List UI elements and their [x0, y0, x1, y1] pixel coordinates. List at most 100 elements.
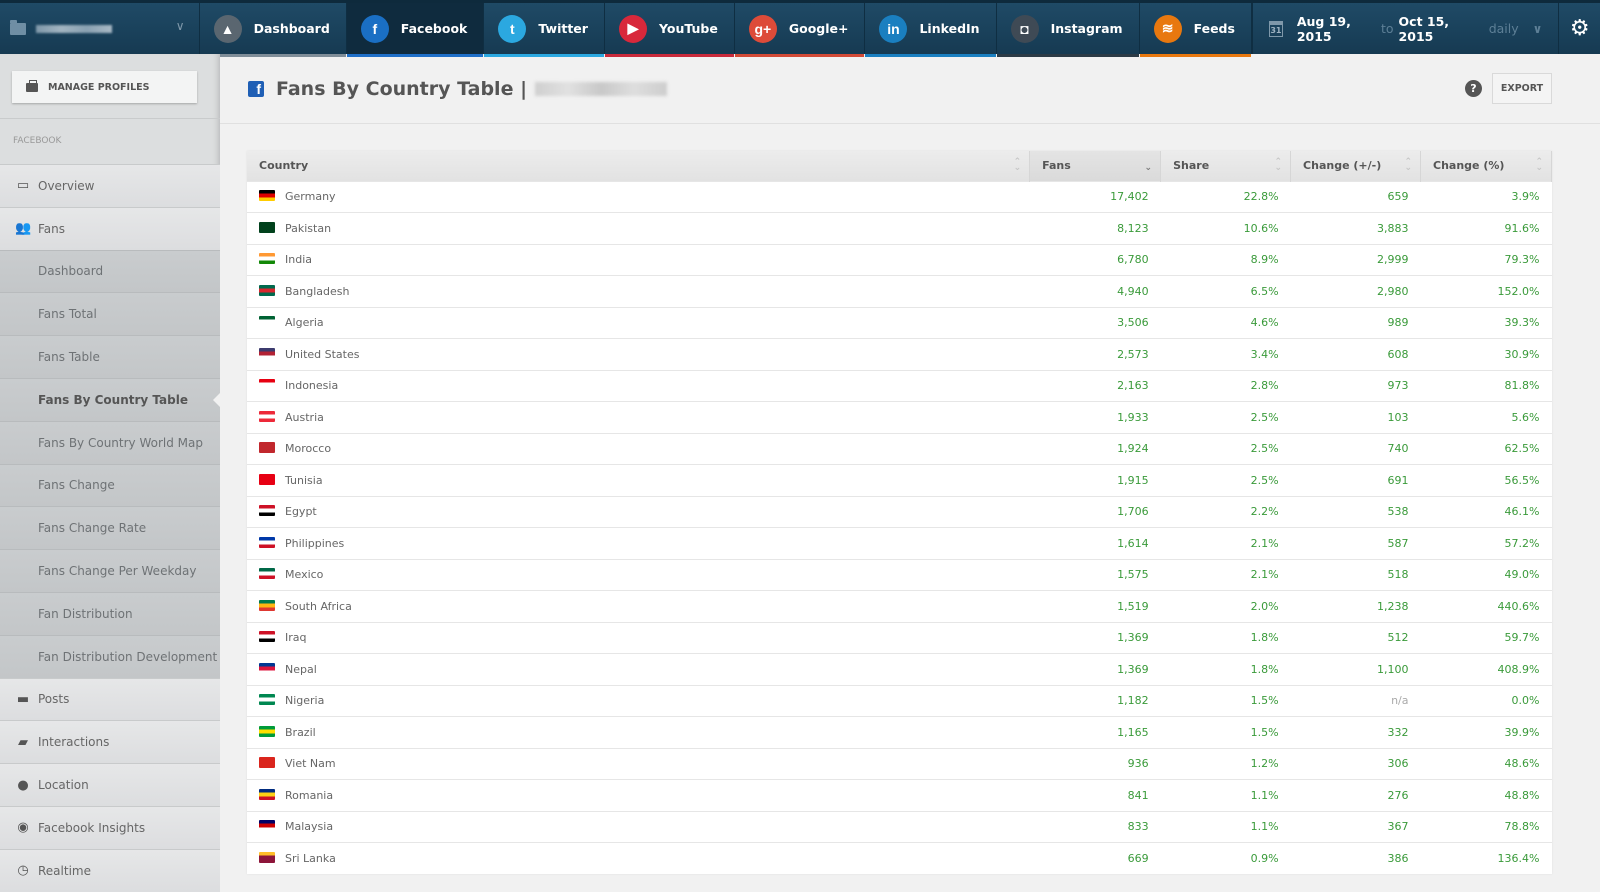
tab-google[interactable]: g+ Google+	[734, 3, 866, 57]
tab-twitter[interactable]: t Twitter	[484, 3, 605, 57]
tab-facebook[interactable]: f Facebook	[346, 3, 485, 57]
change-pct-cell: 91.6%	[1420, 212, 1552, 244]
change-cell: 608	[1290, 338, 1421, 370]
table-row: Sri Lanka 669 0.9% 386 136.4%	[247, 842, 1552, 874]
change-pct-cell: 0.0%	[1420, 684, 1552, 717]
share-cell: 6.5%	[1160, 275, 1291, 307]
sidebar-item-posts[interactable]: ▬ Posts	[0, 677, 220, 721]
sidebar-item-realtime[interactable]: ◷ Realtime	[0, 848, 220, 892]
tab-dashboard[interactable]: ▲ Dashboard	[199, 3, 347, 57]
flag-morocco-icon	[259, 442, 275, 454]
sidebar-item-fans-total[interactable]: Fans Total	[0, 292, 220, 336]
sidebar-item-facebook-insights[interactable]: ◉ Facebook Insights	[0, 805, 220, 849]
country-cell: Egypt	[247, 495, 1030, 528]
settings-button[interactable]: ⚙	[1558, 3, 1600, 54]
comments-icon: ▰	[18, 734, 28, 750]
export-button[interactable]: EXPORT	[1492, 73, 1552, 104]
country-name: Algeria	[285, 316, 324, 330]
change-pct-cell: 30.9%	[1420, 338, 1552, 370]
column-header-fans[interactable]: Fans ⌄	[1029, 151, 1162, 181]
fans-cell: 841	[1029, 779, 1161, 811]
country-name: Bangladesh	[285, 284, 350, 298]
column-header-change[interactable]: Change (%) ⌃ ⌄	[1420, 151, 1552, 181]
date-separator: to	[1380, 21, 1394, 36]
linkedin-icon: in	[879, 14, 908, 43]
tab-feeds[interactable]: ≋ Feeds	[1139, 3, 1252, 57]
chevron-down-icon: ∨	[175, 19, 185, 33]
column-header-change[interactable]: Change (+/-) ⌃ ⌄	[1290, 151, 1421, 181]
flag-malaysia-icon	[259, 820, 275, 832]
tab-youtube[interactable]: ▶ YouTube	[604, 3, 735, 57]
country-name: South Africa	[285, 599, 352, 613]
share-cell: 1.5%	[1160, 684, 1291, 717]
main-content: f Fans By Country Table | ? EXPORT Count…	[220, 54, 1600, 888]
clock-icon: ◷	[17, 863, 29, 879]
date-from: Aug 19, 2015	[1296, 13, 1351, 44]
fans-cell: 8,123	[1029, 212, 1161, 244]
tab-label: Feeds	[1193, 21, 1235, 36]
profile-selector[interactable]: ∨	[0, 3, 200, 54]
rss-icon: ≋	[1153, 14, 1182, 43]
sidebar-item-interactions[interactable]: ▰ Interactions	[0, 720, 220, 764]
sidebar-item-fans[interactable]: 👥 Fans	[0, 206, 220, 250]
share-cell: 2.1%	[1160, 527, 1291, 559]
date-range-picker[interactable]: 31 Aug 19, 2015 to Oct 15, 2015 daily ∨	[1251, 3, 1558, 54]
table-row: Pakistan 8,123 10.6% 3,883 91.6%	[247, 212, 1552, 244]
sidebar-item-fans-change-per-weekday[interactable]: Fans Change Per Weekday	[0, 549, 220, 592]
change-cell: 659	[1290, 180, 1421, 213]
sidebar-item-fans-change-rate[interactable]: Fans Change Rate	[0, 506, 220, 550]
sort-desc-icon: ⌄	[1144, 163, 1153, 173]
country-name: Mexico	[285, 568, 324, 582]
table-row: Nigeria 1,182 1.5% n/a 0.0%	[247, 684, 1552, 717]
chevron-down-icon: ∨	[1532, 21, 1543, 36]
tab-linkedin[interactable]: in LinkedIn	[865, 3, 997, 57]
sidebar-item-overview[interactable]: ▭ Overview	[0, 164, 220, 207]
table-row: Romania 841 1.1% 276 48.8%	[247, 779, 1552, 811]
share-cell: 10.6%	[1160, 212, 1291, 244]
column-header-share[interactable]: Share ⌃ ⌄	[1160, 151, 1292, 181]
help-icon[interactable]: ?	[1465, 80, 1482, 97]
column-header-country[interactable]: Country ⌃ ⌄	[247, 151, 1031, 181]
instagram-icon: ◘	[1010, 14, 1039, 43]
sidebar-item-dashboard[interactable]: Dashboard	[0, 249, 220, 293]
change-cell: 103	[1290, 401, 1421, 433]
sidebar-item-fan-distribution[interactable]: Fan Distribution	[0, 591, 220, 635]
country-cell: South Africa	[247, 590, 1030, 622]
sidebar-item-fan-distribution-development[interactable]: Fan Distribution Development	[0, 634, 220, 678]
flag-romania-icon	[259, 788, 275, 800]
change-pct-cell: 5.6%	[1420, 401, 1552, 433]
sort-icon: ⌃ ⌄	[1274, 157, 1283, 173]
table-row: Viet Nam 936 1.2% 306 48.6%	[247, 747, 1552, 780]
change-pct-cell: 3.9%	[1420, 180, 1552, 213]
country-name: Indonesia	[285, 379, 339, 393]
country-cell: Mexico	[247, 558, 1030, 591]
change-cell: 1,238	[1290, 590, 1421, 622]
twitter-icon: t	[498, 14, 527, 43]
fans-cell: 1,182	[1029, 684, 1161, 717]
granularity-select[interactable]: daily	[1489, 21, 1519, 36]
manage-profiles-button[interactable]: MANAGE PROFILES	[12, 71, 197, 103]
sidebar-item-location[interactable]: ● Location	[0, 763, 220, 806]
fans-cell: 833	[1029, 810, 1161, 843]
table-row: Indonesia 2,163 2.8% 973 81.8%	[247, 369, 1552, 402]
country-name: Philippines	[285, 536, 345, 550]
share-cell: 1.1%	[1160, 779, 1291, 811]
change-cell: 973	[1290, 369, 1421, 402]
sidebar-item-fans-change[interactable]: Fans Change	[0, 463, 220, 507]
sidebar-item-fans-table[interactable]: Fans Table	[0, 335, 220, 378]
share-cell: 2.2%	[1160, 495, 1291, 528]
map-pin-icon: ●	[17, 777, 29, 793]
country-cell: Iraq	[247, 621, 1030, 654]
tab-instagram[interactable]: ◘ Instagram	[996, 3, 1140, 57]
share-cell: 1.1%	[1160, 810, 1291, 843]
google-plus-icon: g+	[748, 14, 777, 43]
sidebar-item-fans-by-country-world-map[interactable]: Fans By Country World Map	[0, 420, 220, 464]
change-pct-cell: 46.1%	[1420, 495, 1552, 528]
change-cell: 989	[1290, 306, 1421, 339]
column-header-label: Change (%)	[1433, 159, 1505, 173]
sidebar-item-label: Fans By Country World Map	[38, 435, 203, 450]
sidebar-menu: ▭ Overview 👥 Fans Dashboard Fans Total Fans Ta…	[0, 164, 220, 892]
country-name: Nigeria	[285, 694, 325, 708]
table-row: Philippines 1,614 2.1% 587 57.2%	[247, 527, 1552, 559]
sidebar-item-fans-by-country-table[interactable]: Fans By Country Table	[0, 377, 220, 421]
